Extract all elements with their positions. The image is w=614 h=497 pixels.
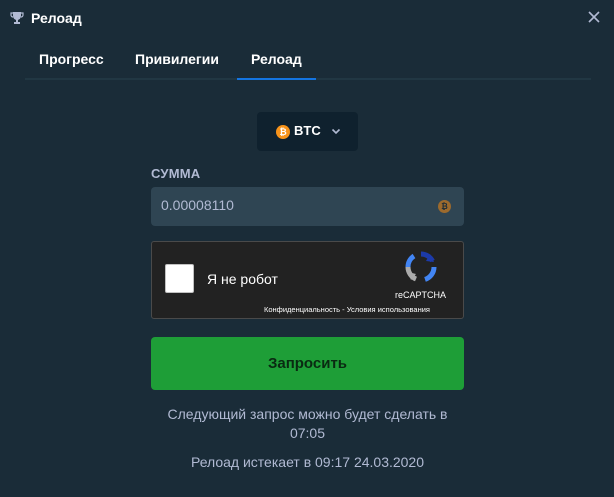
- bitcoin-icon: ₿: [438, 200, 451, 213]
- recaptcha-logo-icon: [405, 251, 437, 282]
- tab-bar: Прогресс Привилегии Релоад: [25, 40, 591, 80]
- currency-label: BTC: [294, 123, 321, 138]
- request-button[interactable]: Запросить: [151, 337, 464, 390]
- modal-title: Релоад: [31, 10, 82, 26]
- recaptcha-checkbox[interactable]: [165, 264, 194, 293]
- close-icon[interactable]: [588, 11, 600, 23]
- amount-value: 0.00008110: [161, 197, 234, 213]
- tab-progress[interactable]: Прогресс: [39, 40, 104, 78]
- amount-label: СУММА: [151, 166, 201, 181]
- modal-header: Релоад: [0, 0, 614, 40]
- currency-select[interactable]: ₿ BTC: [257, 112, 358, 151]
- next-request-line: Следующий запрос можно будет сделать в: [167, 406, 448, 422]
- amount-field[interactable]: 0.00008110 ₿: [151, 187, 464, 226]
- reload-expiry-text: Релоад истекает в 09:17 24.03.2020: [190, 454, 425, 470]
- next-request-text: Следующий запрос можно будет сделать в 0…: [151, 405, 464, 443]
- tab-reload[interactable]: Релоад: [237, 40, 316, 80]
- next-request-time: 07:05: [289, 425, 326, 441]
- chevron-down-icon: [331, 128, 341, 135]
- recaptcha-widget: Я не робот reCAPTCHA Конфиденциальность …: [151, 241, 464, 319]
- recaptcha-label: Я не робот: [207, 271, 278, 287]
- tab-privileges[interactable]: Привилегии: [135, 40, 219, 78]
- trophy-icon: [10, 12, 24, 24]
- recaptcha-brand: reCAPTCHA: [395, 290, 447, 300]
- bitcoin-icon: ₿: [276, 125, 290, 139]
- recaptcha-links[interactable]: Конфиденциальность - Условия использован…: [264, 305, 430, 314]
